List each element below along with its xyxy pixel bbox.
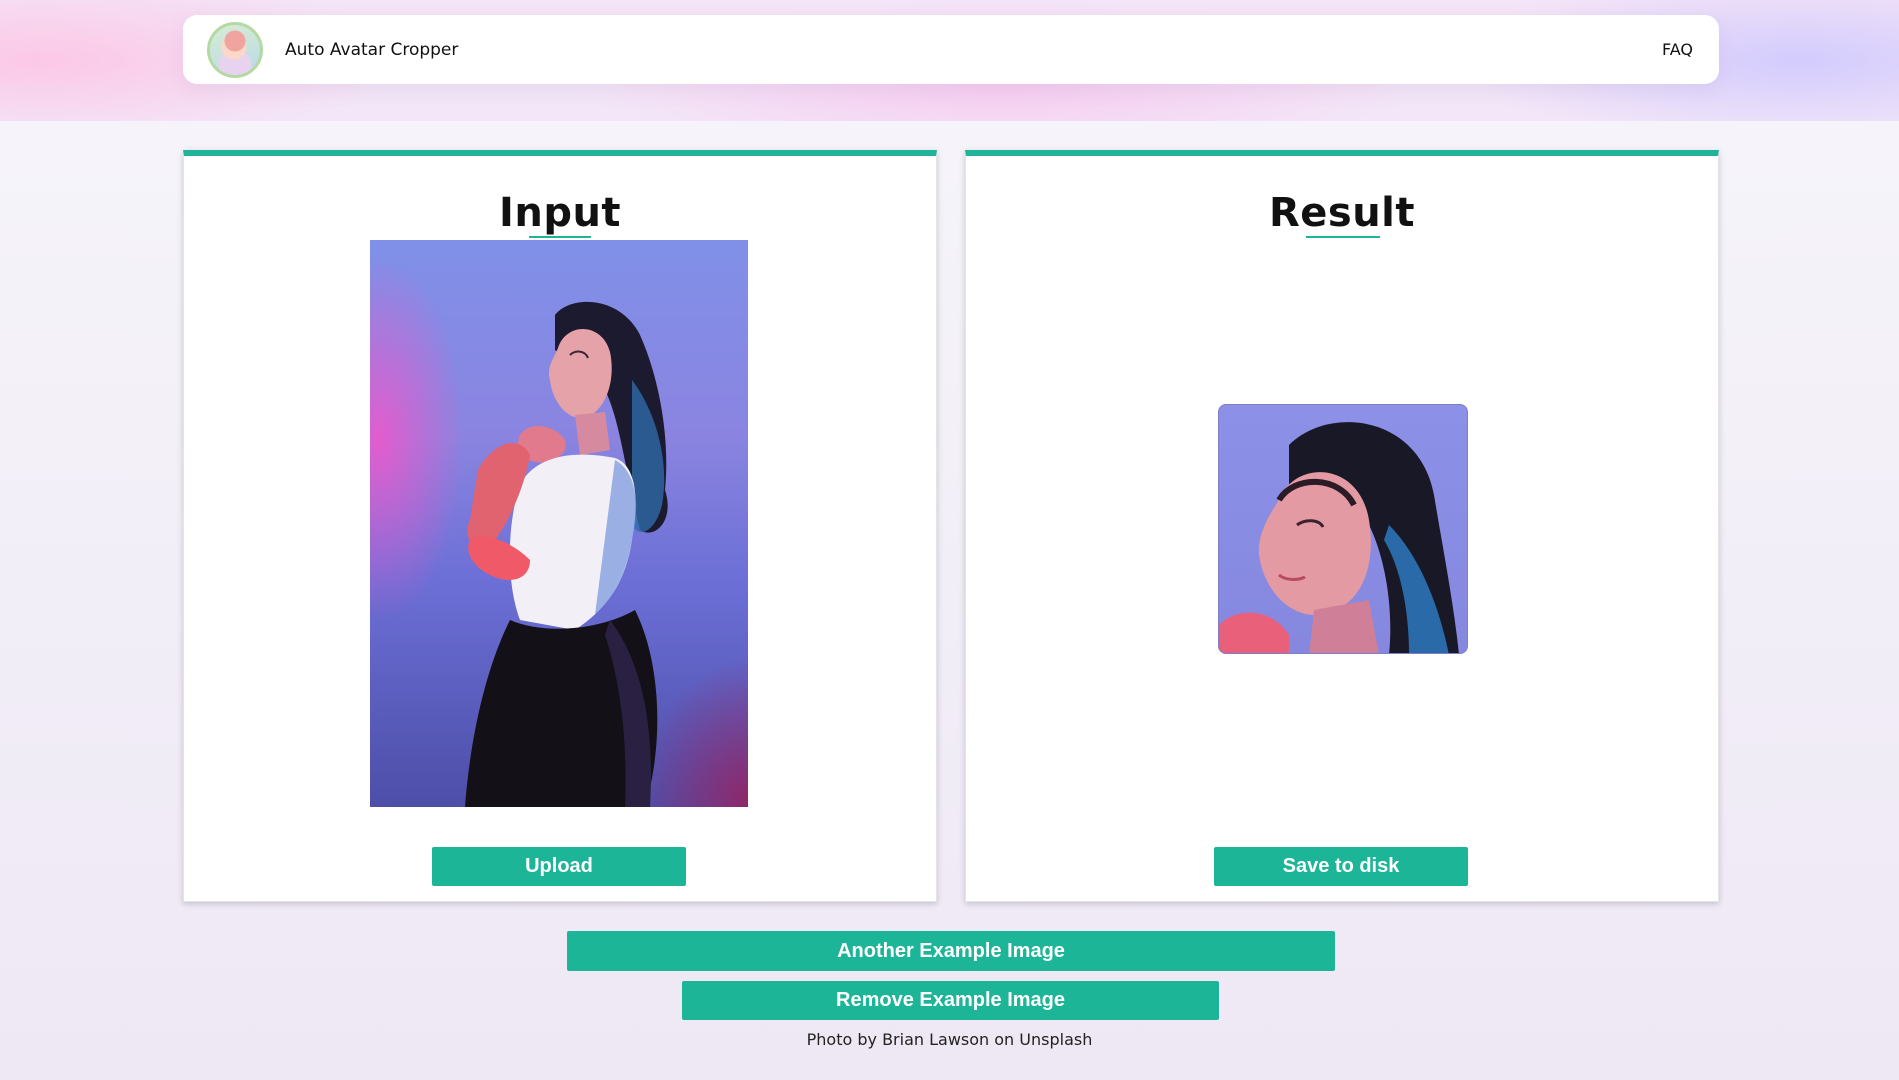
navbar: Auto Avatar Cropper FAQ: [183, 15, 1719, 84]
result-avatar-image: [1218, 404, 1468, 654]
app-name[interactable]: Auto Avatar Cropper: [285, 40, 458, 60]
input-title-underline: [529, 236, 591, 238]
input-photo-illustration: [465, 301, 668, 807]
avatar-logo-icon[interactable]: [207, 21, 263, 78]
result-photo-illustration: [1219, 422, 1459, 653]
another-example-button[interactable]: Another Example Image: [567, 931, 1335, 971]
save-to-disk-button[interactable]: Save to disk: [1214, 847, 1468, 886]
result-title: Result: [1268, 190, 1416, 236]
faq-link[interactable]: FAQ: [1662, 40, 1693, 59]
remove-example-button[interactable]: Remove Example Image: [682, 981, 1219, 1020]
input-image: [370, 240, 748, 807]
photo-credit: Photo by Brian Lawson on Unsplash: [806, 1030, 1093, 1049]
result-title-underline: [1306, 236, 1380, 238]
result-panel: Result Save to disk: [965, 150, 1719, 902]
input-title: Input: [498, 190, 622, 236]
upload-button[interactable]: Upload: [432, 847, 686, 886]
input-panel: Input Upload: [183, 150, 937, 902]
